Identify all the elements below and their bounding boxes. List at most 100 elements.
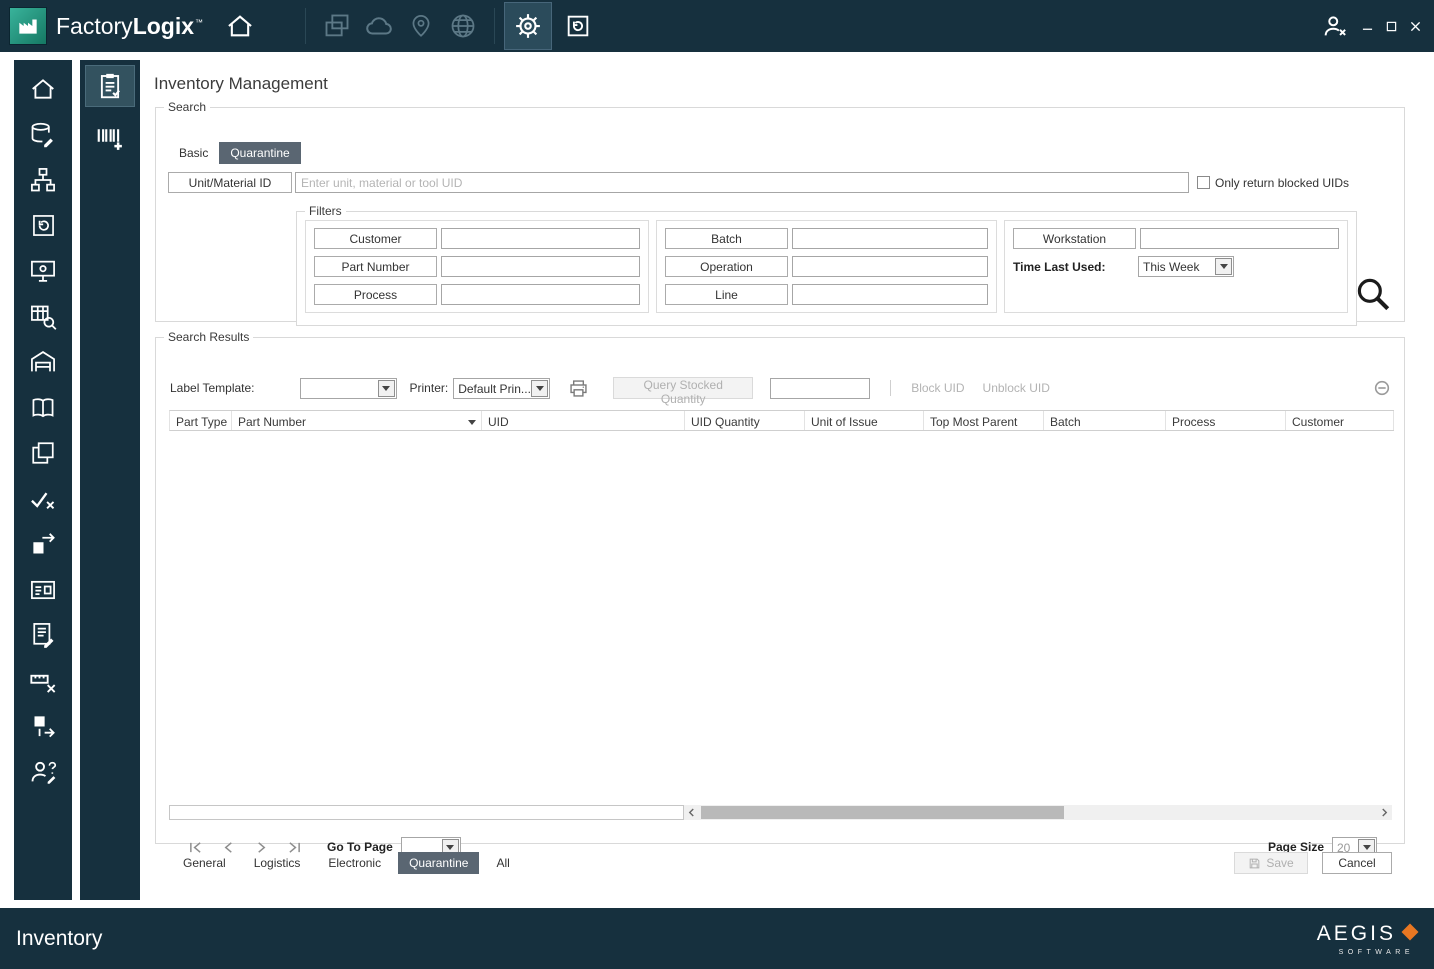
maximize-button[interactable] bbox=[1380, 13, 1402, 39]
customer-filter-input[interactable] bbox=[441, 228, 640, 249]
sidebar-item-labels[interactable] bbox=[26, 575, 60, 605]
tab-electronic[interactable]: Electronic bbox=[317, 852, 392, 874]
cancel-button[interactable]: Cancel bbox=[1322, 852, 1392, 874]
results-toolbar: Label Template: Printer: Default Prin...… bbox=[170, 376, 1390, 406]
sidebar-item-measurements[interactable] bbox=[26, 666, 60, 696]
settings-button[interactable] bbox=[504, 2, 553, 50]
history-box-icon bbox=[567, 15, 589, 37]
unit-material-id-button[interactable]: Unit/Material ID bbox=[168, 172, 292, 193]
column-header-customer[interactable]: Customer bbox=[1286, 411, 1394, 430]
user-logout-button[interactable] bbox=[1314, 3, 1356, 49]
label-template-label: Label Template: bbox=[170, 381, 255, 395]
line-filter-button[interactable]: Line bbox=[665, 284, 788, 305]
tab-general[interactable]: General bbox=[172, 852, 237, 874]
printer-select[interactable]: Default Prin... bbox=[453, 377, 551, 399]
process-filter-input[interactable] bbox=[441, 284, 640, 305]
column-header-top-most-parent[interactable]: Top Most Parent bbox=[924, 411, 1044, 430]
org-chart-icon bbox=[31, 168, 55, 192]
stocked-quantity-input[interactable] bbox=[770, 377, 871, 399]
time-last-used-select[interactable]: This Week bbox=[1138, 256, 1234, 277]
sort-filter-icon[interactable] bbox=[468, 419, 476, 425]
unit-uid-input[interactable] bbox=[295, 172, 1189, 193]
tab-logistics[interactable]: Logistics bbox=[243, 852, 312, 874]
tab-quarantine-bottom[interactable]: Quarantine bbox=[398, 852, 480, 874]
customer-filter-button[interactable]: Customer bbox=[314, 228, 437, 249]
sidebar-item-verification[interactable] bbox=[26, 484, 60, 514]
dropdown-arrow-icon[interactable] bbox=[1215, 258, 1232, 275]
sidebar-item-notes[interactable] bbox=[26, 620, 60, 650]
brand-logix: Logix bbox=[132, 12, 195, 39]
horizontal-scrollbar[interactable] bbox=[684, 805, 1392, 820]
printer-label: Printer: bbox=[409, 381, 449, 395]
sidebar-item-lot-query[interactable] bbox=[26, 302, 60, 332]
batch-filter-button[interactable]: Batch bbox=[665, 228, 788, 249]
column-header-process[interactable]: Process bbox=[1166, 411, 1286, 430]
tab-quarantine[interactable]: Quarantine bbox=[219, 142, 301, 164]
column-header-batch[interactable]: Batch bbox=[1044, 411, 1166, 430]
workstation-filter-button[interactable]: Workstation bbox=[1013, 228, 1136, 249]
documents-button[interactable] bbox=[316, 3, 358, 49]
remove-button[interactable] bbox=[1374, 380, 1390, 396]
save-button[interactable]: Save bbox=[1234, 852, 1308, 874]
subbar-item-barcode-add[interactable] bbox=[86, 118, 134, 158]
scrollbar-thumb[interactable] bbox=[701, 806, 1064, 819]
home-icon bbox=[228, 15, 252, 37]
network-button[interactable] bbox=[358, 3, 400, 49]
sidebar-item-stations[interactable] bbox=[26, 256, 60, 286]
column-header-uid[interactable]: UID bbox=[482, 411, 685, 430]
history-box-icon bbox=[32, 215, 54, 236]
sidebar-item-data-editor[interactable] bbox=[26, 120, 60, 150]
sidebar-item-history[interactable] bbox=[26, 211, 60, 241]
home-button[interactable] bbox=[219, 3, 261, 49]
recent-button[interactable] bbox=[557, 3, 599, 49]
secondary-sidebar bbox=[80, 60, 140, 900]
dropdown-arrow-icon[interactable] bbox=[377, 379, 395, 397]
search-button[interactable] bbox=[1354, 275, 1392, 313]
tab-all[interactable]: All bbox=[485, 852, 520, 874]
operation-filter-button[interactable]: Operation bbox=[665, 256, 788, 277]
process-filter-button[interactable]: Process bbox=[314, 284, 437, 305]
print-button[interactable] bbox=[568, 378, 589, 399]
block-uid-button[interactable]: Block UID bbox=[911, 381, 964, 395]
column-header-uid-quantity[interactable]: UID Quantity bbox=[685, 411, 805, 430]
globe-button[interactable] bbox=[442, 3, 484, 49]
part-number-filter-input[interactable] bbox=[441, 256, 640, 277]
workstation-filter-input[interactable] bbox=[1140, 228, 1339, 249]
column-header-part-type[interactable]: Part Type bbox=[170, 411, 232, 430]
sidebar-item-shipping[interactable] bbox=[26, 711, 60, 741]
unblock-uid-button[interactable]: Unblock UID bbox=[983, 381, 1050, 395]
column-header-part-number[interactable]: Part Number bbox=[232, 411, 482, 430]
subbar-item-inventory-audit[interactable] bbox=[85, 65, 135, 107]
dropdown-arrow-icon[interactable] bbox=[531, 379, 549, 397]
blocked-uids-checkbox[interactable] bbox=[1197, 176, 1210, 189]
sidebar-item-transfer[interactable] bbox=[26, 529, 60, 559]
sidebar-item-support[interactable] bbox=[26, 757, 60, 787]
operation-filter-input[interactable] bbox=[792, 256, 988, 277]
scroll-right-button[interactable] bbox=[1377, 805, 1392, 820]
filters-column-3: Workstation Time Last Used: This Week bbox=[1004, 220, 1348, 313]
location-button[interactable] bbox=[400, 3, 442, 49]
aegis-wordmark: AEGIS bbox=[1317, 922, 1419, 946]
label-template-select[interactable] bbox=[299, 377, 397, 399]
part-number-filter-button[interactable]: Part Number bbox=[314, 256, 437, 277]
printer-value: Default Prin... bbox=[458, 381, 531, 396]
minimize-button[interactable] bbox=[1356, 13, 1378, 39]
sidebar-item-home[interactable] bbox=[26, 74, 60, 104]
close-button[interactable] bbox=[1404, 13, 1426, 39]
book-icon bbox=[32, 397, 54, 417]
search-panel-label: Search bbox=[168, 100, 207, 114]
query-stocked-quantity-button[interactable]: Query Stocked Quantity bbox=[613, 377, 754, 406]
sidebar-item-warehouse[interactable] bbox=[26, 347, 60, 377]
scrollbar-track[interactable] bbox=[699, 805, 1377, 820]
results-table-header: Part Type Part Number UID UID Quantity U… bbox=[169, 410, 1394, 431]
column-header-unit-of-issue[interactable]: Unit of Issue bbox=[805, 411, 924, 430]
sidebar-item-documentation[interactable] bbox=[26, 393, 60, 423]
line-filter-input[interactable] bbox=[792, 284, 988, 305]
results-table-body bbox=[169, 432, 1394, 804]
scroll-left-button[interactable] bbox=[684, 805, 699, 820]
tab-basic[interactable]: Basic bbox=[168, 142, 219, 164]
sidebar-item-process-flow[interactable] bbox=[26, 165, 60, 195]
batch-filter-input[interactable] bbox=[792, 228, 988, 249]
sidebar-item-templates[interactable] bbox=[26, 438, 60, 468]
bottom-bar: General Logistics Electronic Quarantine … bbox=[152, 850, 1420, 876]
